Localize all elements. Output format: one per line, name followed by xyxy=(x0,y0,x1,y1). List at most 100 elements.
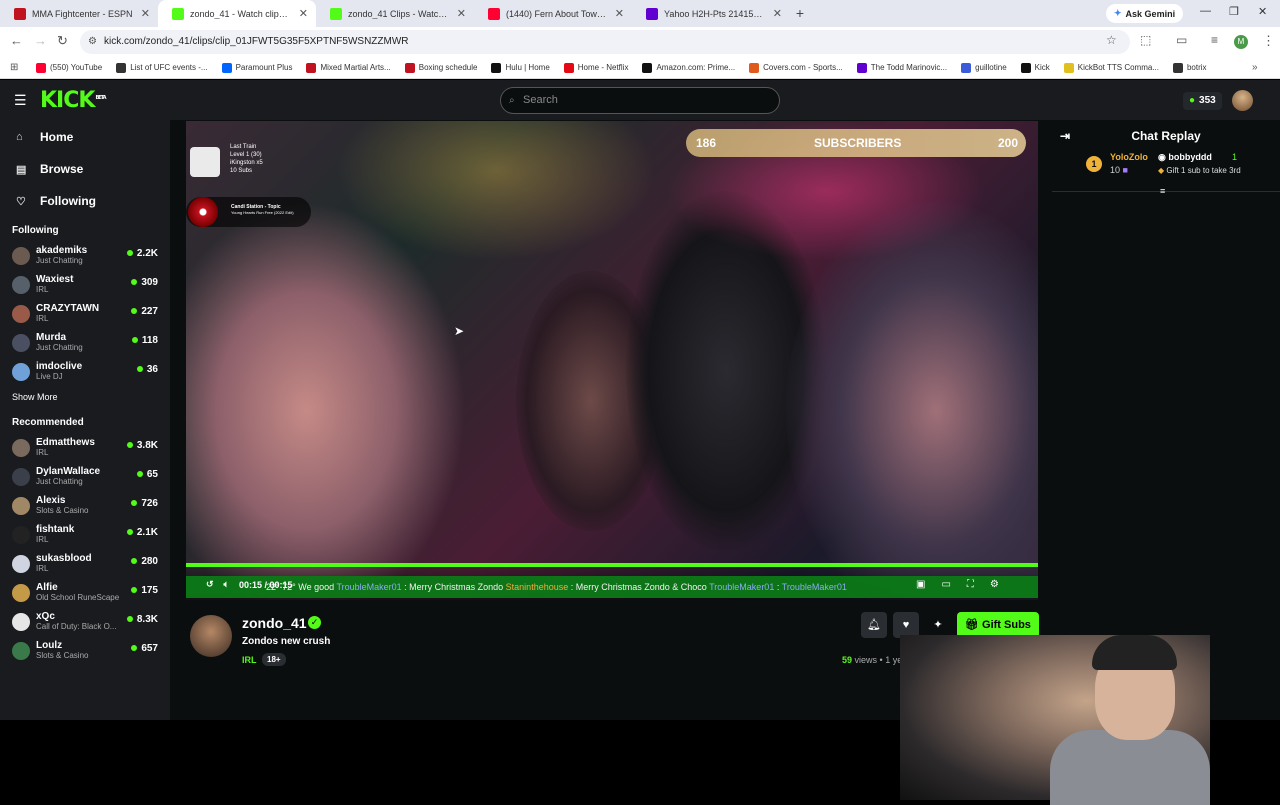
channel-avatar[interactable] xyxy=(190,615,232,657)
view-count: 59 xyxy=(842,655,853,665)
channel-list-item[interactable]: Alexis Slots & Casino 726 xyxy=(0,492,170,521)
bookmark-item[interactable]: KickBot TTS Comma... xyxy=(1063,62,1159,73)
channel-list-item[interactable]: fishtank IRL 2.1K xyxy=(0,521,170,550)
video-player[interactable]: Last Train Level 1 (30) iKingston x5 10 … xyxy=(186,121,1038,600)
gift-recipient[interactable]: bobbyddd xyxy=(1168,152,1212,162)
browser-tab[interactable]: Yahoo H2H-Pts 214155 - Mr. Bo ✕ xyxy=(632,0,790,27)
url-field[interactable]: ⚙ kick.com/zondo_41/clips/clip_01JFWT5G35… xyxy=(80,30,1130,54)
progress-bar[interactable] xyxy=(186,563,1038,567)
channel-avatar xyxy=(12,305,30,323)
sidebar-item-home[interactable]: ⌂ Home xyxy=(0,121,170,153)
bookmark-item[interactable]: Boxing schedule xyxy=(404,62,477,73)
browser-tab[interactable]: (1440) Fern About Town - YouTu ✕ xyxy=(474,0,632,27)
bookmark-favicon-icon xyxy=(491,62,502,73)
replay-icon[interactable]: ↺ xyxy=(206,579,214,590)
show-more-link[interactable]: Show More xyxy=(0,387,170,407)
bookmark-item[interactable]: Covers.com - Sports... xyxy=(749,62,843,73)
bookmark-item[interactable]: (550) YouTube xyxy=(36,62,102,73)
ask-gemini-button[interactable]: ✦ Ask Gemini xyxy=(1106,4,1184,23)
back-icon[interactable]: ← xyxy=(10,33,23,48)
channel-list-item[interactable]: DylanWallace Just Chatting 65 xyxy=(0,463,170,492)
tab-close-icon[interactable]: ✕ xyxy=(773,7,782,20)
chat-ticker: 22° 72° We good TroubleMaker01 : Merry C… xyxy=(186,576,1038,598)
extensions-icon[interactable]: ⬚ xyxy=(1140,33,1151,47)
channel-list-item[interactable]: Waxiest IRL 309 xyxy=(0,271,170,300)
gift-subs-label: Gift Subs xyxy=(982,619,1031,631)
media-icon[interactable]: ≡ xyxy=(1211,33,1218,47)
bookmark-star-icon[interactable]: ☆ xyxy=(1106,33,1117,47)
hamburger-menu-icon[interactable]: ☰ xyxy=(14,92,27,109)
tab-close-icon[interactable]: ✕ xyxy=(299,7,308,20)
channel-list-item[interactable]: xQc Call of Duty: Black O... 8.3K xyxy=(0,608,170,637)
bookmark-item[interactable]: Home - Netflix xyxy=(563,62,628,73)
fullscreen-icon[interactable]: ⛶ xyxy=(967,579,974,590)
recommended-header: Recommended xyxy=(12,417,84,428)
bookmark-item[interactable]: Amazon.com: Prime... xyxy=(642,62,735,73)
settings-icon[interactable]: ⚙ xyxy=(990,579,999,590)
user-avatar[interactable] xyxy=(1232,90,1253,111)
expand-leaderboard-icon[interactable]: ≡ xyxy=(1160,186,1165,196)
channel-avatar xyxy=(12,468,30,486)
more-bookmarks-icon[interactable]: » xyxy=(1252,62,1258,73)
bookmark-item[interactable]: botrix xyxy=(1172,62,1207,73)
channel-list-item[interactable]: imdoclive Live DJ 36 xyxy=(0,358,170,387)
bookmark-item[interactable]: Paramount Plus xyxy=(221,62,292,73)
tab-close-icon[interactable]: ✕ xyxy=(457,7,466,20)
verified-icon: ✓ xyxy=(308,616,321,629)
kick-logo[interactable]: KICKBETA xyxy=(40,88,107,113)
tab-close-icon[interactable]: ✕ xyxy=(615,7,624,20)
minimize-icon[interactable]: — xyxy=(1200,5,1211,17)
chat-replay-panel: ⇥ Chat Replay 1 YoloZolo 10 ■ ◉ bobbyddd… xyxy=(1052,120,1280,720)
cast-icon[interactable]: ▭ xyxy=(1176,33,1187,47)
collapse-chat-icon[interactable]: ⇥ xyxy=(1060,120,1070,152)
apps-grid-icon[interactable]: ⊞ xyxy=(10,62,18,73)
bookmark-item[interactable]: guillotine xyxy=(961,62,1007,73)
search-input[interactable]: ⌕ Search xyxy=(500,87,780,114)
notification-bell-icon[interactable]: 🔔︎ xyxy=(861,612,887,638)
close-window-icon[interactable]: ✕ xyxy=(1258,5,1267,18)
bookmark-favicon-icon xyxy=(856,62,867,73)
browser-tab[interactable]: MMA Fightcenter - ESPN ✕ xyxy=(0,0,158,27)
channel-list-item[interactable]: Edmatthews IRL 3.8K xyxy=(0,434,170,463)
channel-list-item[interactable]: Loulz Slots & Casino 657 xyxy=(0,637,170,666)
channel-name[interactable]: zondo_41 xyxy=(242,615,307,631)
mature-badge: 18+ xyxy=(262,653,286,666)
sidebar-item-browse[interactable]: ▤ Browse xyxy=(0,153,170,185)
browser-tab[interactable]: zondo_41 Clips - Watch Live on ✕ xyxy=(316,0,474,27)
reload-icon[interactable]: ↻ xyxy=(57,33,68,49)
gift-box-icon: ◉ xyxy=(1158,152,1166,162)
gift-top-user[interactable]: YoloZolo xyxy=(1110,152,1148,162)
channel-avatar xyxy=(12,526,30,544)
category-link[interactable]: IRL xyxy=(242,655,257,665)
channel-list-item[interactable]: akademiks Just Chatting 2.2K xyxy=(0,242,170,271)
menu-kebab-icon[interactable]: ⋮ xyxy=(1262,33,1275,49)
restore-icon[interactable]: ❐ xyxy=(1229,5,1239,18)
bookmark-item[interactable]: List of UFC events -... xyxy=(116,62,208,73)
bookmark-item[interactable]: Mixed Martial Arts... xyxy=(306,62,391,73)
train-user: iKingston x5 xyxy=(230,160,263,166)
pip-icon[interactable]: ▣ xyxy=(916,579,925,590)
channel-list-item[interactable]: Murda Just Chatting 118 xyxy=(0,329,170,358)
browser-tab[interactable]: zondo_41 - Watch clips on Kick ✕ xyxy=(158,0,316,27)
tab-label: MMA Fightcenter - ESPN xyxy=(32,8,133,19)
channel-list-item[interactable]: Alfie Old School RuneScape 175 xyxy=(0,579,170,608)
viewer-count: 726 xyxy=(131,498,158,509)
volume-icon[interactable]: 🔈︎ xyxy=(224,579,229,590)
bookmark-item[interactable]: The Todd Marinovic... xyxy=(856,62,947,73)
channel-list-item[interactable]: sukasblood IRL 280 xyxy=(0,550,170,579)
site-info-icon[interactable]: ⚙ xyxy=(88,30,97,54)
player-controls-left: ↺ 🔈︎ 00:15 / 00:15 xyxy=(206,579,293,590)
bookmark-item[interactable]: Kick xyxy=(1020,62,1050,73)
new-tab-button[interactable]: + xyxy=(790,0,810,27)
sidebar-item-following[interactable]: ♡ Following xyxy=(0,185,170,217)
profile-avatar[interactable]: M xyxy=(1234,35,1248,49)
channel-list-item[interactable]: CRAZYTAWN IRL 227 xyxy=(0,300,170,329)
bookmark-item[interactable]: Hulu | Home xyxy=(491,62,550,73)
tab-close-icon[interactable]: ✕ xyxy=(141,7,150,20)
kick-app: ☰ KICKBETA ⌕ Search ● 353 ⌂ Home ▤ Browse ♡ Fol… xyxy=(0,80,1280,805)
theater-mode-icon[interactable]: ▭ xyxy=(941,579,950,590)
channel-avatar xyxy=(12,555,30,573)
gift-leaderboard: 1 YoloZolo 10 ■ ◉ bobbyddd 1 ◆ Gift 1 su… xyxy=(1052,152,1280,196)
kick-points-badge[interactable]: ● 353 xyxy=(1183,92,1222,110)
forward-icon[interactable]: → xyxy=(34,33,47,48)
